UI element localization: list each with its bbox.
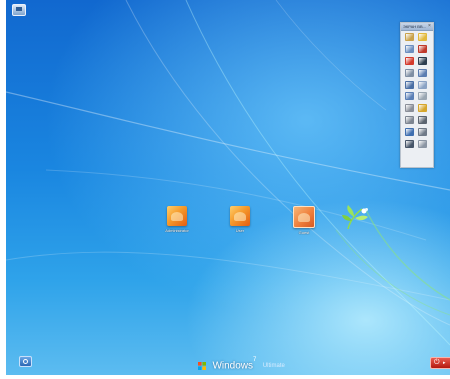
tool-panel: ЭКРАН ВВ... × [400,22,434,168]
user-tool-icon[interactable] [418,116,427,125]
power-icon: ⏻ [434,359,440,366]
close-icon[interactable]: × [427,24,432,29]
wallpaper-swoosh [6,0,450,346]
shutdown-button[interactable]: ⏻ ▸ [430,357,450,369]
folder-icon[interactable] [418,33,427,41]
document-edit-icon[interactable] [405,80,414,89]
tool-panel-title: ЭКРАН ВВ... [403,24,426,29]
screen-icon[interactable] [405,140,414,149]
tool-panel-titlebar[interactable]: ЭКРАН ВВ... × [401,23,433,31]
delete-icon[interactable] [405,56,414,65]
window-icon[interactable] [418,68,427,77]
grid-icon[interactable] [405,68,414,77]
document-list-icon[interactable] [405,92,414,101]
user-tile-user[interactable]: User [220,206,260,233]
user-tile-label: Guest [298,230,310,235]
pencil-icon[interactable] [418,44,427,53]
windows-logo-icon [198,361,206,370]
settings-icon[interactable] [418,140,427,149]
ease-of-access-icon[interactable] [19,356,32,367]
gear-icon[interactable] [405,104,414,113]
product-edition: Ultimate [262,362,285,369]
user-tile-guest[interactable]: Guest [284,206,324,235]
login-screen: ЭКРАН ВВ... × Administrator User Guest W… [6,0,450,375]
document-icon[interactable] [418,80,427,89]
user-picture-icon [167,206,187,226]
user-picture-icon [293,206,315,228]
save-icon[interactable] [405,128,414,137]
product-version: 7 [253,357,257,363]
user-tile-label: Administrator [165,228,189,233]
windows-branding: Windows7 Ultimate [198,357,285,372]
flower-decoration-icon [342,205,368,230]
pointer-icon[interactable] [418,128,427,137]
monitor-icon[interactable] [418,56,427,65]
palette-icon[interactable] [405,33,414,41]
connect-icon[interactable] [405,44,414,53]
user-picture-icon [230,206,250,226]
copy-icon[interactable] [418,92,427,101]
user-tile-label: User [235,228,245,233]
chevron-right-icon: ▸ [443,360,446,366]
tool-grid [405,33,429,149]
wrench-icon[interactable] [405,116,414,125]
lock-icon[interactable] [418,104,427,113]
user-tile-administrator[interactable]: Administrator [157,206,197,233]
product-name: Windows [212,360,254,372]
monitor-icon[interactable] [12,4,26,16]
